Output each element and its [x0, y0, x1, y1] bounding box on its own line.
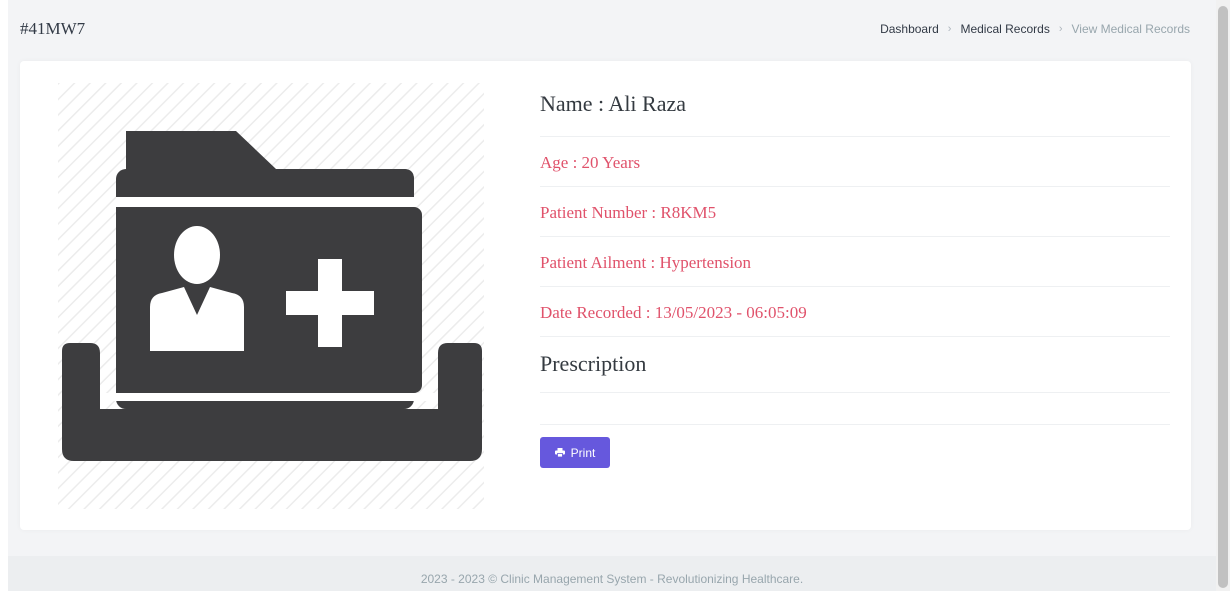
page-title: #41MW7: [20, 19, 86, 38]
breadcrumb-view-medical-records: View Medical Records: [1071, 22, 1191, 36]
breadcrumb-dashboard[interactable]: Dashboard: [880, 22, 939, 36]
footer: 2023 - 2023 © Clinic Management System -…: [8, 556, 1216, 591]
chevron-right-icon: ›: [1058, 23, 1063, 35]
date-recorded: Date Recorded : 13/05/2023 - 06:05:09: [540, 287, 1170, 337]
patient-number: Patient Number : R8KM5: [540, 187, 1170, 237]
medical-folder-patient-plus-icon: [58, 83, 484, 509]
patient-name: Name : Ali Raza: [540, 81, 1170, 137]
patient-age: Age : 20 Years: [540, 137, 1170, 187]
left-edge: [0, 0, 8, 591]
print-button[interactable]: Print: [540, 437, 610, 468]
chevron-right-icon: ›: [947, 23, 952, 35]
prescription-text: [540, 393, 1170, 425]
footer-text: 2023 - 2023 © Clinic Management System -…: [420, 572, 804, 586]
printer-icon: [554, 448, 565, 457]
breadcrumb: Dashboard › Medical Records › View Medic…: [880, 22, 1190, 36]
scrollbar[interactable]: [1216, 0, 1230, 591]
record-details: Name : Ali Raza Age : 20 Years Patient N…: [540, 81, 1170, 425]
page-title-bar: #41MW7 Dashboard › Medical Records › Vie…: [8, 6, 1216, 52]
record-card: Name : Ali Raza Age : 20 Years Patient N…: [20, 61, 1191, 530]
prescription-heading: Prescription: [540, 337, 1170, 393]
scrollbar-thumb[interactable]: [1218, 6, 1228, 588]
print-button-label: Print: [570, 445, 596, 460]
patient-ailment: Patient Ailment : Hypertension: [540, 237, 1170, 287]
breadcrumb-medical-records[interactable]: Medical Records: [960, 22, 1049, 36]
page: #41MW7 Dashboard › Medical Records › Vie…: [0, 0, 1230, 591]
